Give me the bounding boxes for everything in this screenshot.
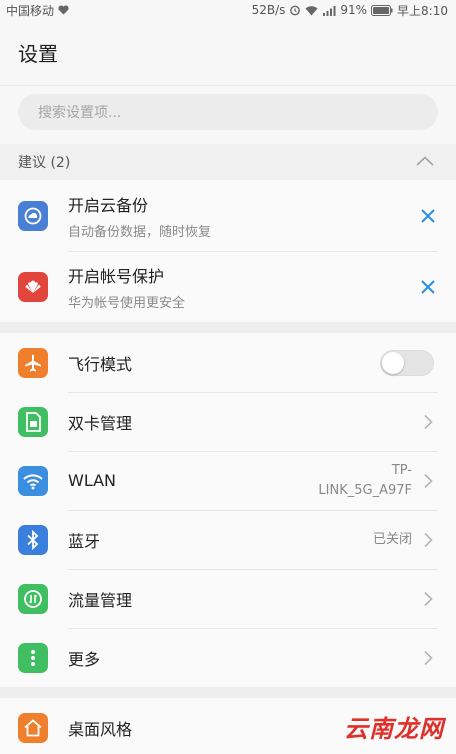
settings-item-more[interactable]: 更多 xyxy=(0,628,456,687)
settings-item-dual-sim[interactable]: 双卡管理 xyxy=(0,392,456,451)
airplane-mode-toggle[interactable] xyxy=(380,349,434,376)
section-divider xyxy=(0,322,456,333)
settings-item-label: WLAN xyxy=(68,471,117,490)
suggestion-title: 开启帐号保护 xyxy=(68,266,165,286)
suggestions-header[interactable]: 建议 (2) xyxy=(0,144,456,180)
chevron-right-icon xyxy=(418,648,438,668)
home-icon xyxy=(18,712,48,743)
settings-item-label: 飞行模式 xyxy=(68,354,133,374)
page-title: 设置 xyxy=(18,42,58,66)
settings-item-wlan[interactable]: WLAN TP- LINK_5G_A97F xyxy=(0,451,456,510)
bluetooth-icon xyxy=(18,524,48,555)
carrier-label: 中国移动 xyxy=(6,3,55,18)
settings-list: 飞行模式 双卡管理 WLAN TP- LINK_5G_A97F 蓝牙 已关闭 流… xyxy=(0,333,456,687)
huawei-icon xyxy=(18,271,48,302)
chevron-right-icon xyxy=(418,412,438,432)
settings-item-label: 蓝牙 xyxy=(68,531,101,551)
section-divider xyxy=(0,687,456,698)
settings-item-data-usage[interactable]: 流量管理 xyxy=(0,569,456,628)
signal-icon xyxy=(322,5,336,16)
status-bar: 中国移动 52B/s 91% 早上8:10 xyxy=(0,0,456,20)
suggestion-account-protection[interactable]: 开启帐号保护 华为帐号使用更安全 xyxy=(0,251,456,322)
suggestions-label: 建议 (2) xyxy=(18,155,71,171)
wlan-network-line2: LINK_5G_A97F xyxy=(318,482,412,498)
network-speed: 52B/s xyxy=(251,3,286,17)
chevron-up-icon[interactable] xyxy=(416,154,434,170)
data-usage-icon xyxy=(18,583,48,614)
airplane-icon xyxy=(18,347,48,378)
chevron-right-icon xyxy=(418,471,438,491)
battery-icon xyxy=(371,4,393,16)
settings-item-label: 双卡管理 xyxy=(68,413,133,433)
suggestions-list: 开启云备份 自动备份数据，随时恢复 开启帐号保护 华为帐号使用更安全 xyxy=(0,180,456,322)
heart-icon xyxy=(58,5,69,15)
close-icon[interactable] xyxy=(408,267,448,307)
suggestion-title: 开启云备份 xyxy=(68,195,149,215)
toggle-knob xyxy=(382,351,404,374)
chevron-right-icon xyxy=(418,530,438,550)
more-icon xyxy=(18,642,48,673)
search-area: 搜索设置项... xyxy=(0,86,456,144)
settings-item-label: 更多 xyxy=(68,649,101,669)
wlan-network-name: TP- LINK_5G_A97F xyxy=(318,461,412,501)
settings-item-bluetooth[interactable]: 蓝牙 已关闭 xyxy=(0,510,456,569)
page-title-bar: 设置 xyxy=(0,20,456,86)
search-placeholder: 搜索设置项... xyxy=(38,105,122,121)
suggestion-subtitle: 自动备份数据，随时恢复 xyxy=(68,224,212,240)
wifi-status-icon xyxy=(305,5,318,16)
settings-item-airplane-mode[interactable]: 飞行模式 xyxy=(0,333,456,392)
suggestion-cloud-backup[interactable]: 开启云备份 自动备份数据，随时恢复 xyxy=(0,180,456,251)
close-icon[interactable] xyxy=(408,196,448,236)
bluetooth-status: 已关闭 xyxy=(372,531,412,547)
chevron-right-icon xyxy=(418,589,438,609)
battery-percent: 91% xyxy=(340,3,368,17)
cloud-backup-icon xyxy=(18,200,48,231)
clock: 早上8:10 xyxy=(397,3,448,18)
suggestion-subtitle: 华为帐号使用更安全 xyxy=(68,295,186,311)
wifi-icon xyxy=(18,465,48,496)
watermark: 云南龙网 xyxy=(344,715,444,743)
wlan-network-line1: TP- xyxy=(391,462,412,478)
settings-item-label: 流量管理 xyxy=(68,590,133,610)
alarm-icon xyxy=(289,4,301,16)
search-input[interactable]: 搜索设置项... xyxy=(18,94,438,130)
sim-card-icon xyxy=(18,406,48,437)
